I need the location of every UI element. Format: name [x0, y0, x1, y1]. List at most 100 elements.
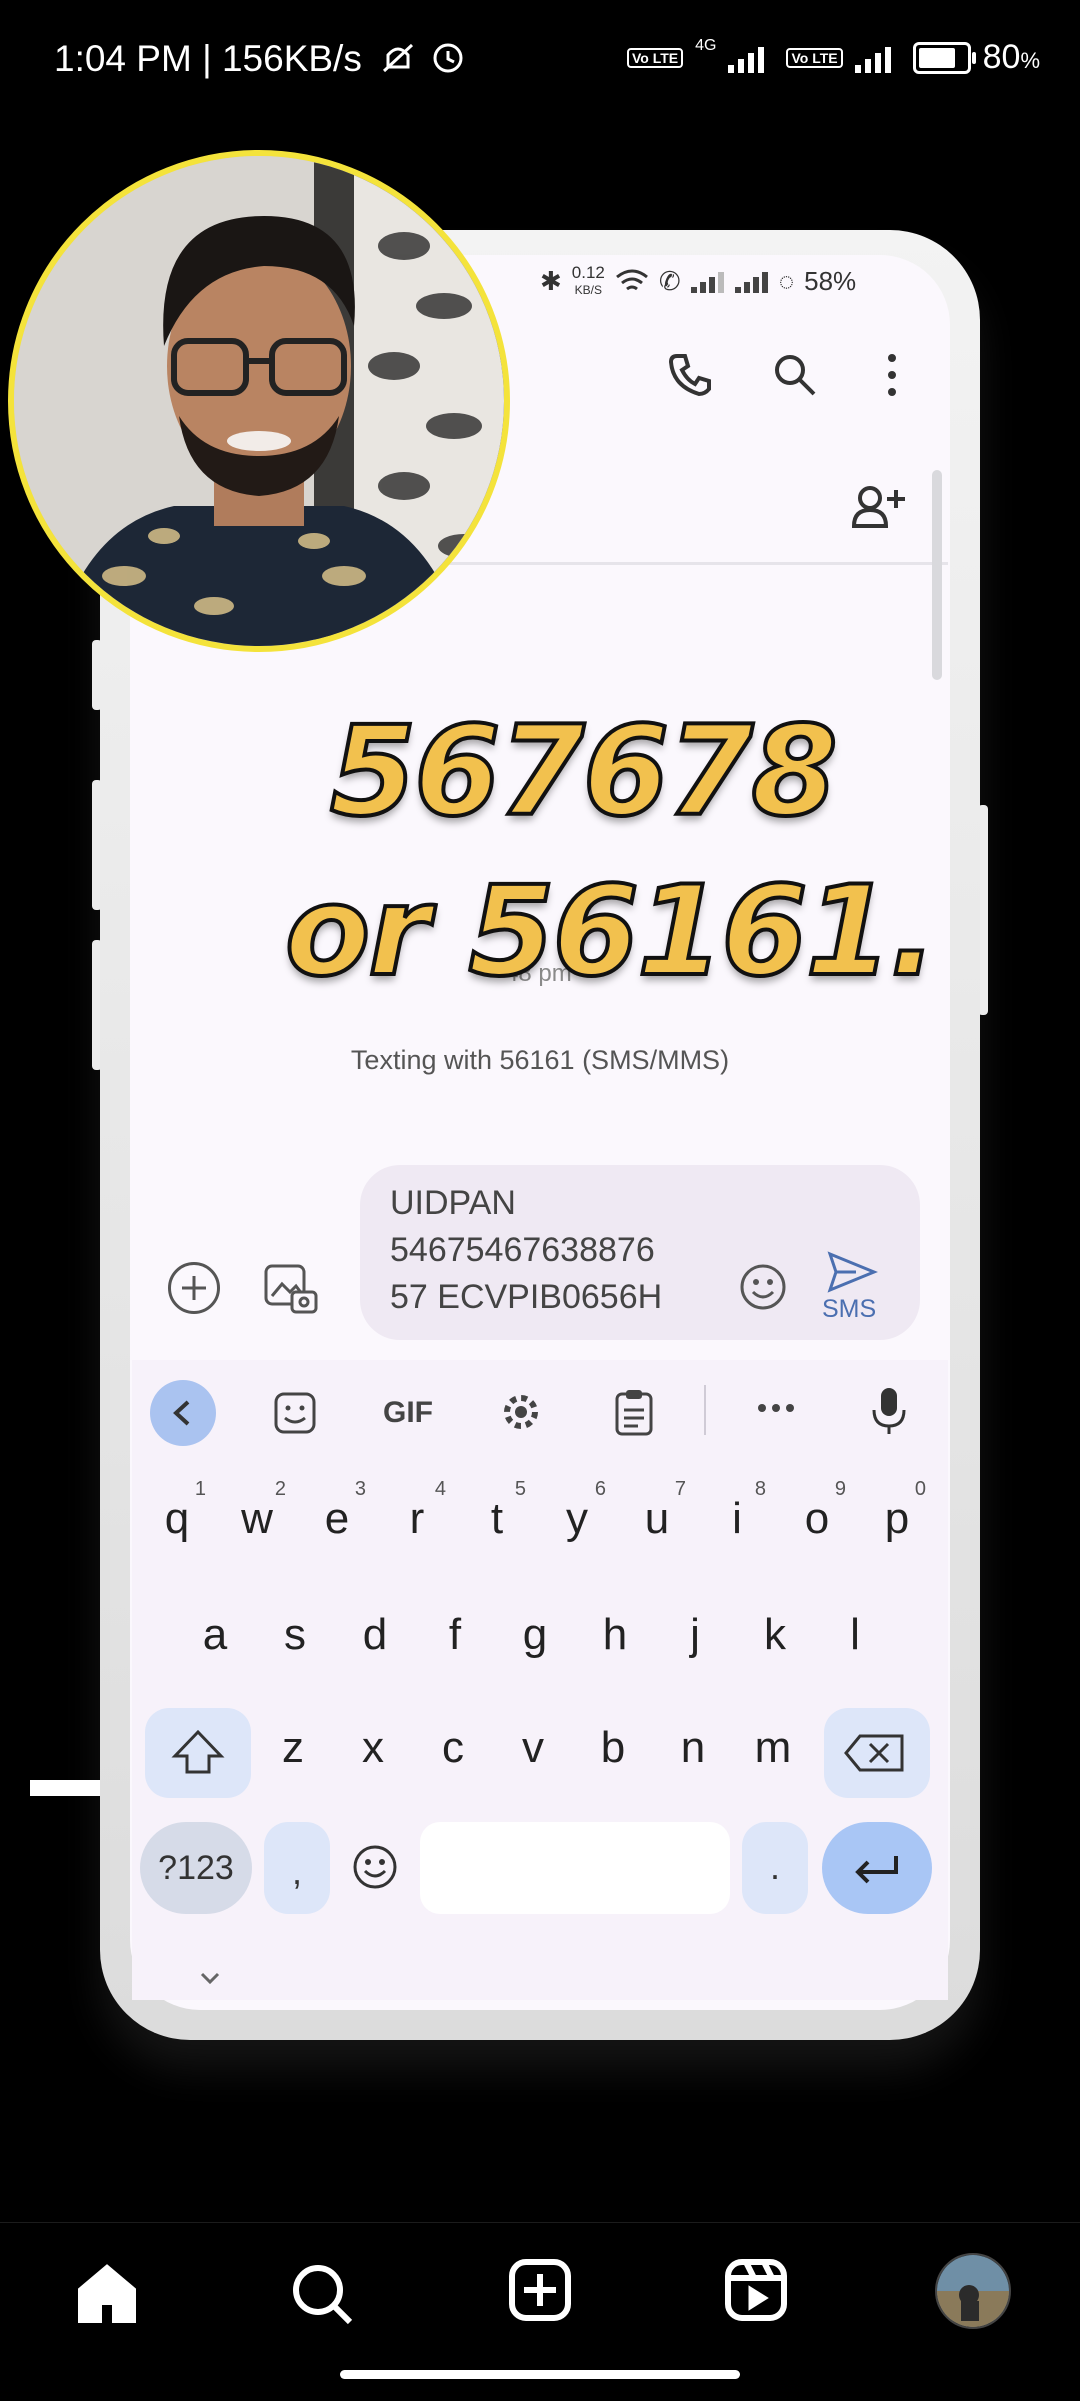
key[interactable]: j: [660, 1610, 730, 1660]
send-button[interactable]: [826, 1250, 878, 1299]
keyboard-hide-chevron[interactable]: [198, 1970, 222, 1991]
key[interactable]: g: [500, 1610, 570, 1660]
nav-create[interactable]: [508, 2258, 572, 2327]
key-number-hint: 7: [674, 1478, 686, 1500]
gear-icon: [504, 1395, 538, 1429]
key-letter: y: [566, 1494, 588, 1543]
settings-button[interactable]: [497, 1388, 545, 1441]
key[interactable]: c: [418, 1723, 488, 1773]
home-indicator[interactable]: [340, 2370, 740, 2379]
key-letter: c: [442, 1723, 464, 1772]
emoji-button[interactable]: [738, 1262, 788, 1317]
key-letter: j: [690, 1610, 700, 1659]
network-gen-label: 4G: [695, 36, 717, 54]
keyboard-collapse-button[interactable]: [150, 1380, 216, 1446]
key[interactable]: x: [338, 1723, 408, 1773]
key-letter: i: [732, 1494, 742, 1543]
key[interactable]: w2: [222, 1478, 292, 1544]
key-letter: a: [202, 1610, 228, 1659]
key-letter: n: [680, 1723, 706, 1772]
microphone-icon: [872, 1388, 906, 1434]
comma-key[interactable]: ,: [264, 1822, 330, 1914]
more-tools-button[interactable]: [756, 1398, 796, 1423]
key-letter: m: [754, 1723, 792, 1772]
shift-key[interactable]: [145, 1708, 251, 1798]
send-sms-label: SMS: [822, 1295, 877, 1323]
message-line: 54675467638876: [390, 1231, 655, 1269]
key[interactable]: b: [578, 1723, 648, 1773]
emoji-icon: [740, 1264, 786, 1310]
message-text[interactable]: UIDPAN 54675467638876 57 ECVPIB0656H: [390, 1180, 730, 1321]
space-key[interactable]: [420, 1822, 730, 1914]
backspace-key[interactable]: [824, 1708, 930, 1798]
nav-profile[interactable]: [935, 2253, 1011, 2329]
create-icon: [509, 2259, 571, 2321]
key-number-hint: 6: [594, 1478, 606, 1500]
nav-reels[interactable]: [724, 2258, 788, 2327]
key-letter: w: [241, 1494, 273, 1543]
keyboard-row-1: q1w2e3r4t5y6u7i8o9p0: [142, 1478, 942, 1564]
key[interactable]: o9: [782, 1478, 852, 1544]
key-letter: b: [600, 1723, 626, 1772]
profile-avatar: [937, 2255, 1009, 2327]
sticker-button[interactable]: [272, 1390, 318, 1441]
period-key[interactable]: .: [742, 1822, 808, 1914]
key-letter: d: [362, 1610, 388, 1659]
key-letter: f: [448, 1610, 462, 1659]
call-icon[interactable]: [665, 350, 715, 405]
bluetooth-icon: ✱: [540, 266, 562, 296]
gif-button[interactable]: GIF: [380, 1393, 436, 1433]
battery-icon: [912, 41, 976, 74]
key[interactable]: d: [340, 1610, 410, 1660]
message-line: UIDPAN: [390, 1184, 516, 1222]
presenter-image: [14, 156, 504, 646]
enter-arrow-icon: [855, 1856, 898, 1884]
add-attachment-button[interactable]: [168, 1262, 220, 1314]
presenter-video-bubble: [8, 150, 510, 652]
key[interactable]: i8: [702, 1478, 772, 1544]
key[interactable]: v: [498, 1723, 568, 1773]
key-number-hint: 0: [914, 1478, 926, 1500]
key-letter: r: [409, 1494, 425, 1543]
gallery-button[interactable]: [262, 1262, 320, 1321]
send-icon: [827, 1251, 878, 1293]
key[interactable]: t5: [462, 1478, 532, 1544]
key[interactable]: r4: [382, 1478, 452, 1544]
enter-key[interactable]: [822, 1822, 932, 1914]
search-icon[interactable]: [770, 350, 820, 405]
key[interactable]: a: [180, 1610, 250, 1660]
add-contact-icon[interactable]: [850, 482, 910, 537]
inner-data-rate: 0.12 KB/S: [571, 263, 605, 297]
emoji-key[interactable]: [350, 1842, 400, 1897]
nav-home[interactable]: [75, 2262, 139, 2331]
inner-signal-icon-1: [690, 271, 725, 293]
keyboard-row-3: z x c v b nm: [258, 1723, 818, 1793]
key[interactable]: y6: [542, 1478, 612, 1544]
key[interactable]: e3: [302, 1478, 372, 1544]
key[interactable]: k: [740, 1610, 810, 1660]
message-line: 57 ECVPIB0656H: [390, 1278, 663, 1316]
backspace-icon: [844, 1734, 904, 1772]
key[interactable]: f: [420, 1610, 490, 1660]
symbols-key[interactable]: ?123: [140, 1822, 252, 1914]
clipboard-button[interactable]: [611, 1388, 657, 1443]
voice-input-button[interactable]: [868, 1384, 910, 1443]
texting-with-label: Texting with 56161 (SMS/MMS): [350, 1045, 730, 1075]
scroll-handle[interactable]: [932, 470, 942, 680]
status-time-speed: 1:04 PM | 156KB/s: [54, 38, 468, 80]
more-options-icon[interactable]: [882, 350, 902, 405]
nav-search[interactable]: [290, 2262, 354, 2331]
key[interactable]: z: [258, 1723, 328, 1773]
key[interactable]: l: [820, 1610, 890, 1660]
key[interactable]: h: [580, 1610, 650, 1660]
key[interactable]: p0: [862, 1478, 932, 1544]
key[interactable]: u7: [622, 1478, 692, 1544]
key-letter: x: [362, 1723, 384, 1772]
key[interactable]: q1: [142, 1478, 212, 1544]
clipboard-icon: [615, 1390, 653, 1436]
plus-icon: [182, 1276, 206, 1300]
key[interactable]: m: [738, 1723, 808, 1773]
key[interactable]: s: [260, 1610, 330, 1660]
signal-icon-2: [854, 43, 901, 73]
key[interactable]: n: [658, 1723, 728, 1773]
